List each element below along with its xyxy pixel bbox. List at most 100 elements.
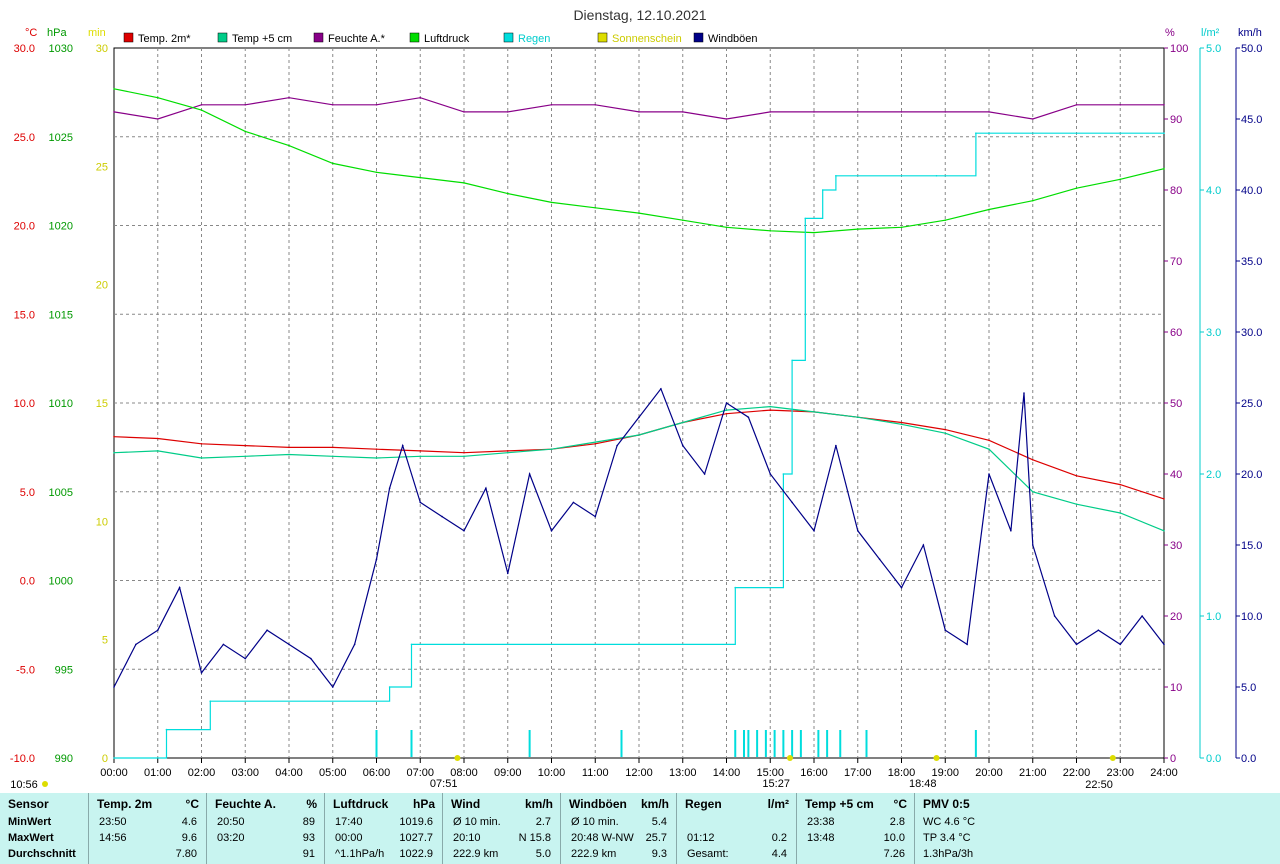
- series-point: [419, 176, 422, 179]
- marker-label: 07:51: [430, 778, 458, 790]
- series-point: [988, 448, 990, 450]
- sun-marker: [42, 781, 48, 787]
- series-point: [988, 439, 990, 442]
- series-line: [113, 409, 1165, 500]
- series-point: [266, 629, 268, 631]
- press-tick-label: 1030: [49, 43, 73, 55]
- temp-tick-label: 20.0: [14, 221, 35, 233]
- stats-cell-label: 20:10: [453, 832, 481, 844]
- series-point: [1097, 629, 1100, 631]
- legend-swatch: [693, 32, 704, 43]
- x-tick-label: 04:00: [275, 767, 303, 779]
- stats-cell-value: 91: [302, 848, 315, 860]
- series-point: [113, 686, 115, 688]
- stats-cell-label: 13:48: [807, 832, 835, 844]
- press-tick-label: 1010: [49, 398, 73, 410]
- x-tick-label: 09:00: [494, 767, 522, 779]
- series-point: [935, 175, 938, 177]
- series-point: [1075, 187, 1078, 190]
- hum-tick-label: 30: [1170, 540, 1182, 552]
- series-point: [156, 629, 159, 631]
- series-point: [288, 144, 290, 147]
- legend-label: Temp +5 cm: [232, 33, 292, 45]
- x-tick-label: 03:00: [231, 767, 259, 779]
- legend-swatch: [409, 32, 420, 43]
- series-point: [1031, 459, 1034, 461]
- marker-label: 10:56: [10, 779, 38, 791]
- series-point: [288, 446, 290, 449]
- series-point: [331, 686, 334, 688]
- rain-tick-label: 2.0: [1206, 469, 1221, 481]
- x-axis: 00:00 01:00 02:00 03:00 04:00 05:00 06:00 07:00…: [100, 758, 1178, 779]
- series-point: [419, 450, 422, 452]
- series-point: [1031, 490, 1034, 493]
- series-point: [200, 109, 203, 111]
- series-point: [1075, 104, 1078, 106]
- series-point: [725, 118, 728, 120]
- wind-tick-label: 40.0: [1241, 185, 1262, 197]
- stats-column: Luftdruck hPa 17:40 1019.6 00:00 1027.7 ^1.1hP…: [324, 793, 443, 864]
- rain-tick-label: 0.0: [1206, 753, 1221, 765]
- stats-cell-label: Ø 10 min.: [453, 816, 501, 828]
- series-point: [1163, 132, 1165, 134]
- stats-cell-label: ^1.1hPa/h: [335, 848, 385, 860]
- series-point: [769, 473, 772, 475]
- stats-header: Sensor: [8, 797, 49, 811]
- series-point: [550, 448, 553, 450]
- marker-label: 22:50: [1085, 779, 1113, 791]
- press-tick-label: 1000: [49, 576, 73, 588]
- hum-tick-label: 10: [1170, 682, 1182, 694]
- stats-column: Temp. 2m °C 23:50 4.6 14:56 9.6 7.80: [88, 793, 207, 864]
- series-point: [594, 104, 597, 106]
- legend-swatch: [217, 32, 228, 43]
- x-tick-label: 13:00: [669, 767, 697, 779]
- wind-tick-label: 25.0: [1241, 398, 1262, 410]
- series-point: [900, 421, 903, 424]
- series-point: [113, 451, 115, 454]
- series-point: [944, 219, 947, 221]
- press-unit: hPa: [47, 27, 67, 39]
- series-point: [791, 359, 793, 362]
- series-point: [288, 643, 290, 646]
- series-point: [734, 586, 737, 589]
- legend-label: Sonnenschein: [612, 33, 682, 45]
- series-point: [200, 672, 203, 674]
- series-point: [1163, 104, 1165, 106]
- temp-tick-label: 30.0: [14, 43, 35, 55]
- series-point: [375, 457, 378, 459]
- stats-header: Wind: [451, 797, 481, 811]
- press-tick-label: 990: [55, 753, 73, 765]
- legend-swatch: [123, 32, 134, 43]
- series-point: [900, 226, 903, 229]
- series-point: [1075, 643, 1078, 646]
- series-point: [856, 530, 859, 532]
- chart-title: Dienstag, 12.10.2021: [573, 7, 706, 23]
- rain-tick-label: 5.0: [1206, 43, 1221, 55]
- hum-tick-label: 50: [1170, 398, 1182, 410]
- series-point: [375, 558, 378, 560]
- stats-cell-value: 5.0: [535, 848, 551, 860]
- series-point: [616, 444, 618, 447]
- series-point: [1119, 178, 1122, 181]
- rain-tick-label: 4.0: [1206, 185, 1221, 197]
- stats-cell-label: 20:48 W-NW: [571, 832, 634, 844]
- stats-cell-label: 03:20: [217, 832, 245, 844]
- hum-tick-label: 0: [1170, 753, 1176, 765]
- temp-tick-label: 25.0: [14, 132, 35, 144]
- stats-cell-label: 23:38: [807, 816, 835, 828]
- wind-tick-label: 20.0: [1241, 469, 1262, 481]
- legend: Temp. 2m* Temp +5 cm Feuchte A.* Luftdruck R…: [123, 32, 758, 45]
- stats-cell-value: 1027.7: [399, 832, 433, 844]
- series-point: [638, 111, 640, 113]
- stats-cell-value: 9.6: [181, 832, 197, 844]
- series-point: [782, 473, 785, 475]
- temp-tick-label: 10.0: [14, 398, 35, 410]
- series-point: [209, 700, 212, 702]
- rain-tick-label: 3.0: [1206, 327, 1221, 339]
- series-point: [1031, 199, 1034, 202]
- series-point: [375, 171, 378, 174]
- stats-header: Windböen: [569, 797, 627, 811]
- series-point: [878, 558, 881, 560]
- stats-cell-label: 222.9 km: [453, 848, 499, 860]
- series-point: [594, 206, 597, 209]
